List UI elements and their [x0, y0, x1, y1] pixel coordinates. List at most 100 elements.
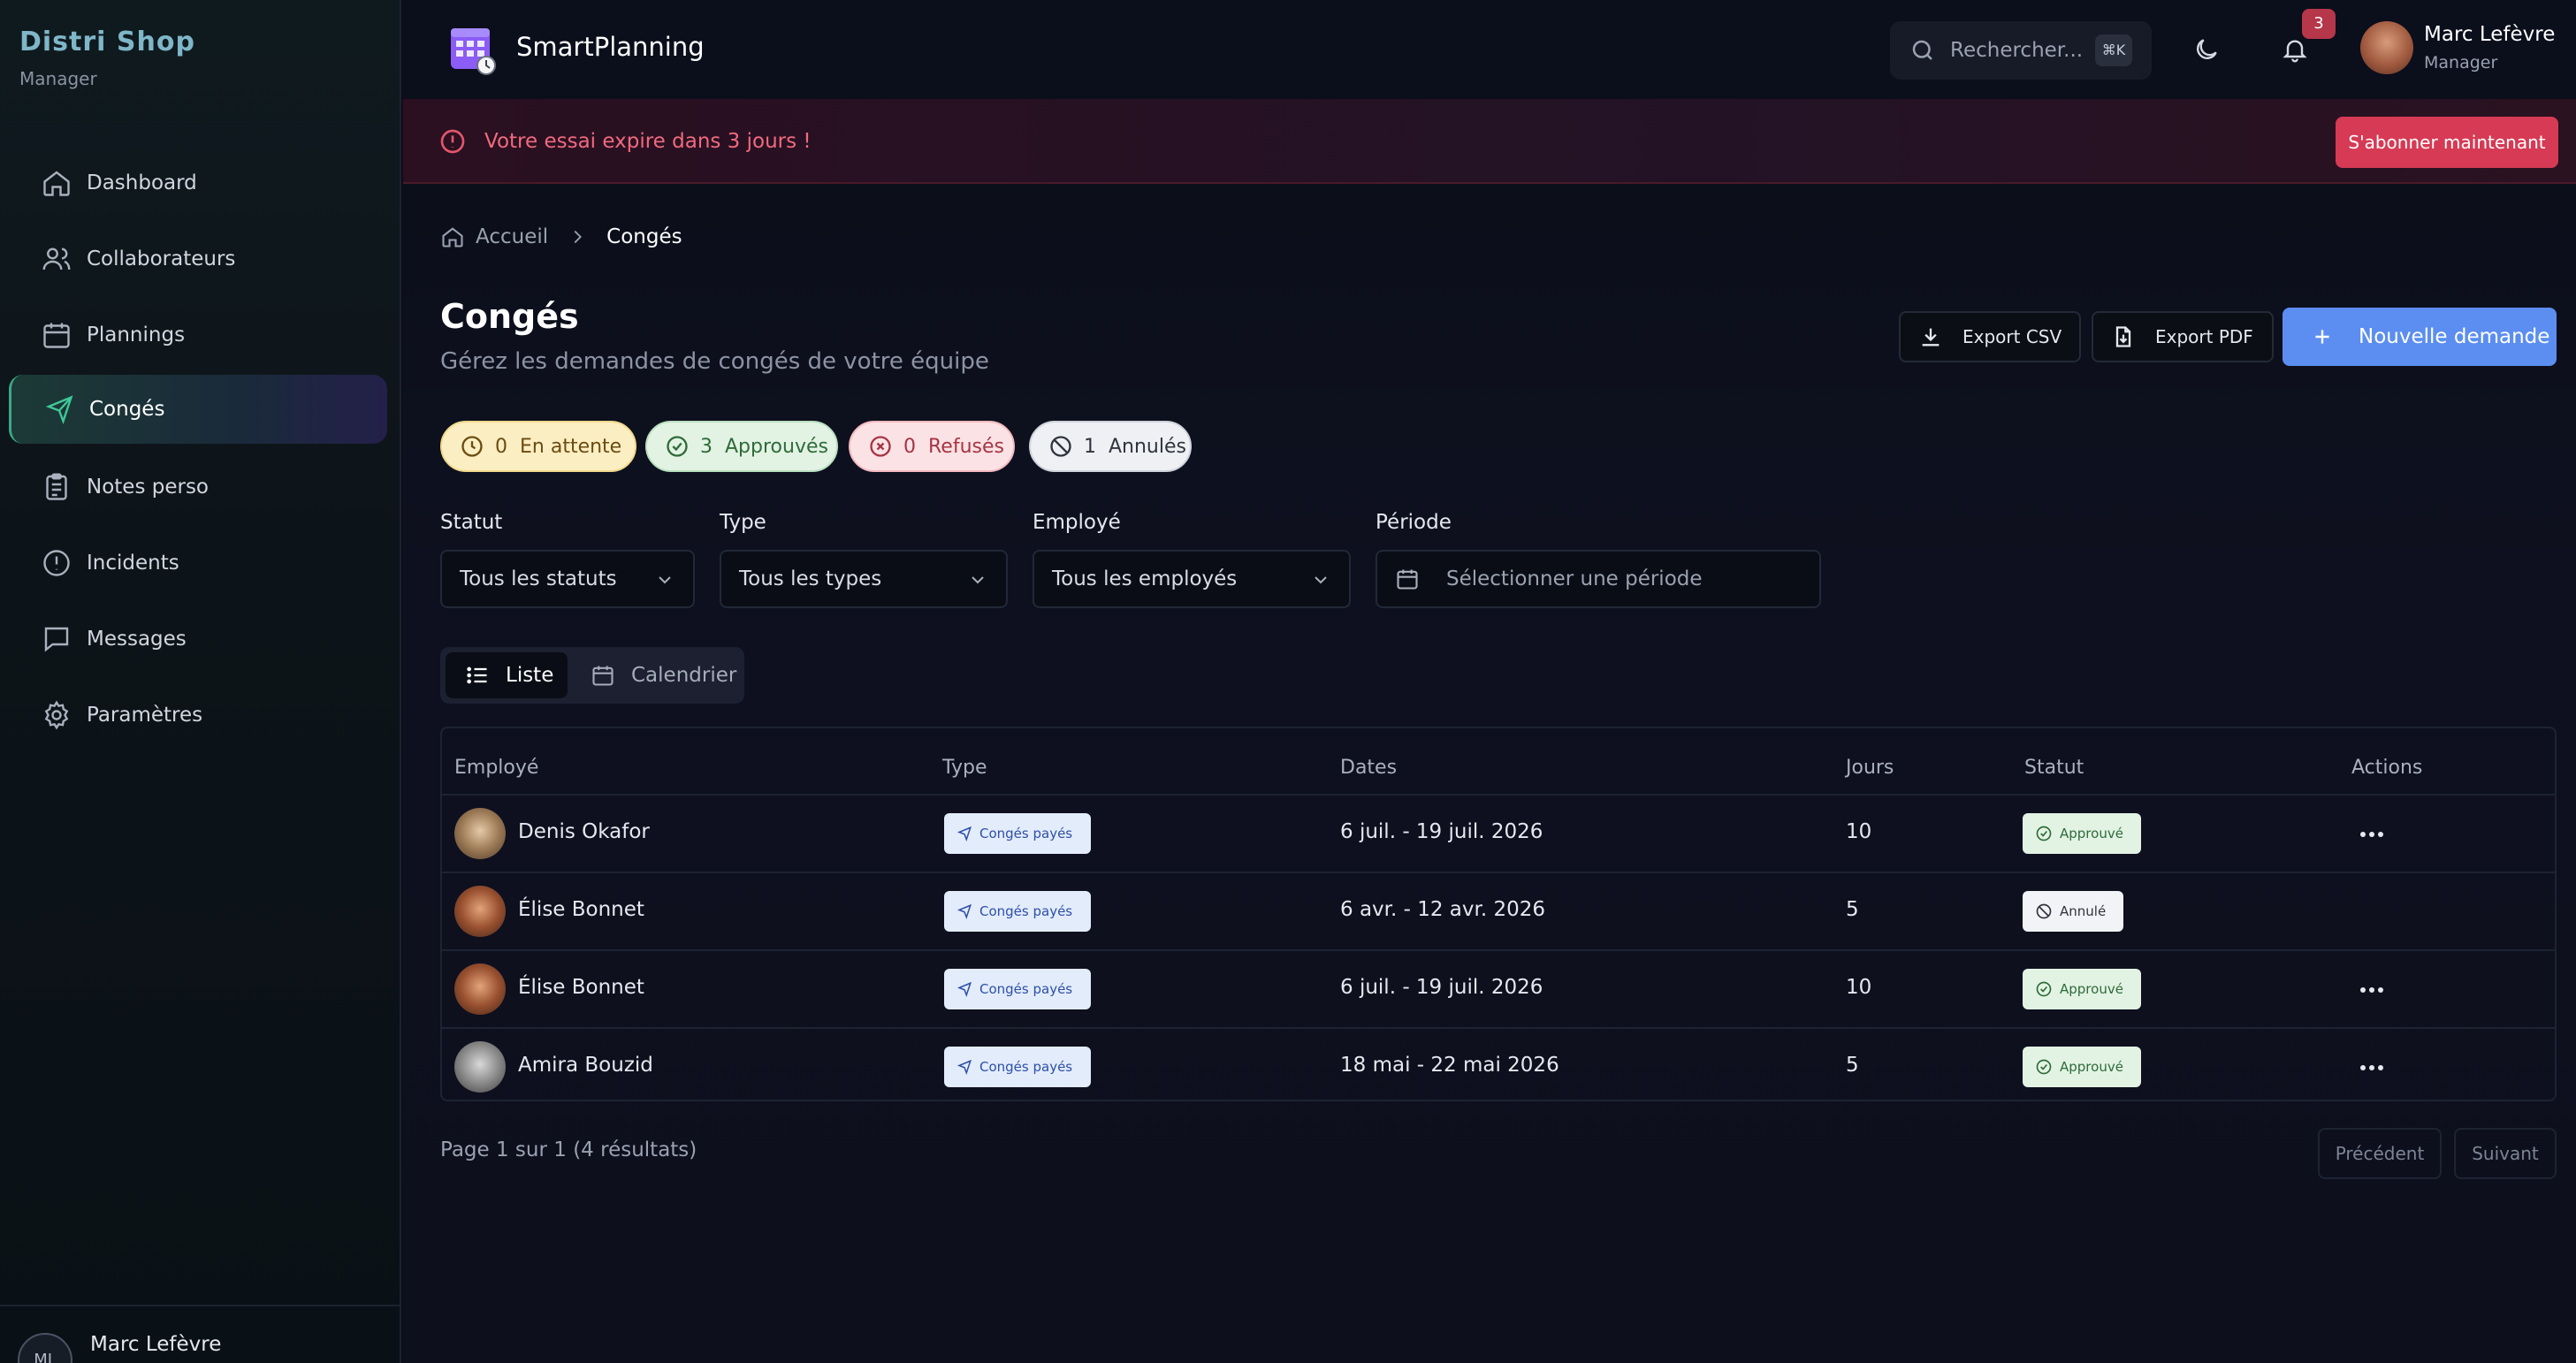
app-title: SmartPlanning — [516, 32, 705, 62]
chevron-down-icon — [1310, 569, 1331, 590]
sidebar-item-notes-perso[interactable]: Notes perso — [9, 453, 387, 522]
status-select[interactable]: Tous les statuts — [440, 550, 695, 608]
check-circle-icon — [2035, 980, 2053, 998]
status-chip-approved[interactable]: 3 Approuvés — [645, 421, 838, 472]
gear-icon — [41, 699, 72, 731]
status-chip-cancelled[interactable]: 1 Annulés — [1029, 421, 1192, 472]
alert-circle-icon — [438, 127, 467, 156]
filter-employee-label: Employé — [1033, 511, 1121, 534]
calendar-view-button[interactable]: Calendrier — [571, 652, 739, 698]
new-request-button[interactable]: Nouvelle demande — [2283, 308, 2557, 366]
list-view-button[interactable]: Liste — [446, 652, 568, 698]
trial-message: Votre essai expire dans 3 jours ! — [484, 130, 812, 153]
sidebar-item-label: Plannings — [87, 324, 186, 346]
status-badge: Approuvé — [2023, 969, 2141, 1009]
avatar[interactable] — [2360, 21, 2413, 74]
period-picker[interactable]: Sélectionner une période — [1376, 550, 1821, 608]
search-input[interactable]: Rechercher... — [1950, 39, 2083, 62]
sidebar-user[interactable]: ML Marc Lefèvre — [0, 1305, 401, 1363]
brand-name: Distri Shop — [19, 27, 195, 57]
breadcrumb-current: Congés — [606, 225, 682, 248]
file-download-icon — [2111, 324, 2136, 349]
employee-select[interactable]: Tous les employés — [1033, 550, 1351, 608]
column-header: Jours — [1846, 757, 1894, 779]
type-select[interactable]: Tous les types — [720, 550, 1008, 608]
sidebar-item-label: Collaborateurs — [87, 247, 236, 270]
status-chip-refused[interactable]: 0 Refusés — [849, 421, 1015, 472]
leave-dates: 6 avr. - 12 avr. 2026 — [1340, 898, 1546, 921]
sidebar-item-parametres[interactable]: Paramètres — [9, 681, 387, 750]
column-header: Statut — [2024, 757, 2084, 779]
leave-dates: 6 juil. - 19 juil. 2026 — [1340, 820, 1543, 843]
clipboard-icon — [41, 471, 72, 503]
sidebar-item-label: Congés — [89, 398, 165, 421]
more-actions-icon[interactable] — [2357, 978, 2387, 1002]
type-label: Congés payés — [979, 981, 1073, 997]
search-bar[interactable]: Rechercher... ⌘K — [1890, 21, 2152, 80]
brand-role: Manager — [19, 68, 97, 89]
previous-page-button[interactable]: Précédent — [2318, 1128, 2442, 1179]
ban-icon — [1048, 434, 1073, 459]
page-title: Congés — [440, 297, 579, 336]
leave-days: 10 — [1846, 976, 1872, 999]
status-chip-pending[interactable]: 0 En attente — [440, 421, 636, 472]
period-placeholder: Sélectionner une période — [1446, 567, 1703, 590]
breadcrumb-home-link[interactable]: Accueil — [476, 225, 548, 248]
sidebar-item-plannings[interactable]: Plannings — [9, 301, 387, 369]
calendar-icon — [41, 319, 72, 351]
more-actions-icon[interactable] — [2357, 822, 2387, 847]
type-label: Congés payés — [979, 826, 1073, 841]
check-circle-icon — [665, 434, 690, 459]
table-row[interactable]: Denis Okafor Congés payés 6 juil. - 19 j… — [442, 794, 2555, 872]
export-csv-button[interactable]: Export CSV — [1899, 311, 2081, 362]
sidebar-item-label: Incidents — [87, 552, 179, 575]
type-label: Congés payés — [979, 903, 1073, 919]
type-badge: Congés payés — [944, 969, 1091, 1009]
avatar — [454, 963, 506, 1015]
type-select-value: Tous les types — [739, 567, 882, 590]
app-logo-icon — [449, 23, 497, 76]
plane-icon — [956, 826, 972, 841]
sidebar-item-messages[interactable]: Messages — [9, 605, 387, 674]
plane-icon — [956, 981, 972, 997]
calendar-view-label: Calendrier — [631, 664, 737, 687]
next-page-button[interactable]: Suivant — [2454, 1128, 2557, 1179]
chevron-down-icon — [654, 569, 675, 590]
more-actions-icon[interactable] — [2357, 1055, 2387, 1080]
alert-circle-icon — [41, 547, 72, 579]
chip-label: Annulés — [1109, 435, 1186, 458]
sidebar-item-dashboard[interactable]: Dashboard — [9, 148, 387, 217]
plane-icon — [956, 1059, 972, 1075]
download-icon — [1918, 324, 1943, 349]
export-pdf-button[interactable]: Export PDF — [2092, 311, 2274, 362]
sidebar-item-collaborateurs[interactable]: Collaborateurs — [9, 225, 387, 293]
employee-name: Élise Bonnet — [518, 976, 644, 999]
chip-label: Approuvés — [725, 435, 828, 458]
avatar — [454, 886, 506, 937]
status-label: Approuvé — [2060, 1059, 2123, 1075]
calendar-icon — [591, 663, 615, 688]
chevron-right-icon — [568, 227, 587, 247]
sidebar-user-name: Marc Lefèvre — [90, 1333, 222, 1356]
table-row[interactable]: Élise Bonnet Congés payés 6 juil. - 19 j… — [442, 949, 2555, 1027]
trial-banner: Votre essai expire dans 3 jours ! S'abon… — [403, 99, 2576, 184]
sidebar-item-incidents[interactable]: Incidents — [9, 529, 387, 598]
users-icon — [41, 243, 72, 275]
theme-toggle-button[interactable] — [2180, 23, 2233, 76]
clock-icon — [460, 434, 484, 459]
subscribe-button[interactable]: S'abonner maintenant — [2336, 117, 2558, 168]
table-row[interactable]: Élise Bonnet Congés payés 6 avr. - 12 av… — [442, 872, 2555, 949]
export-csv-label: Export CSV — [1962, 326, 2062, 347]
sidebar: Distri Shop Manager Dashboard Collaborat… — [0, 0, 401, 1363]
column-header: Employé — [454, 757, 539, 779]
search-icon — [1909, 37, 1936, 64]
plane-icon — [956, 903, 972, 919]
user-name[interactable]: Marc Lefèvre — [2424, 23, 2555, 46]
table-row[interactable]: Amira Bouzid Congés payés 18 mai - 22 ma… — [442, 1027, 2555, 1105]
sidebar-item-conges[interactable]: Congés — [9, 375, 387, 444]
filter-status-label: Statut — [440, 511, 503, 534]
home-icon[interactable] — [440, 225, 465, 249]
status-select-value: Tous les statuts — [460, 567, 617, 590]
chip-label: En attente — [520, 435, 622, 458]
sidebar-item-label: Messages — [87, 628, 187, 651]
